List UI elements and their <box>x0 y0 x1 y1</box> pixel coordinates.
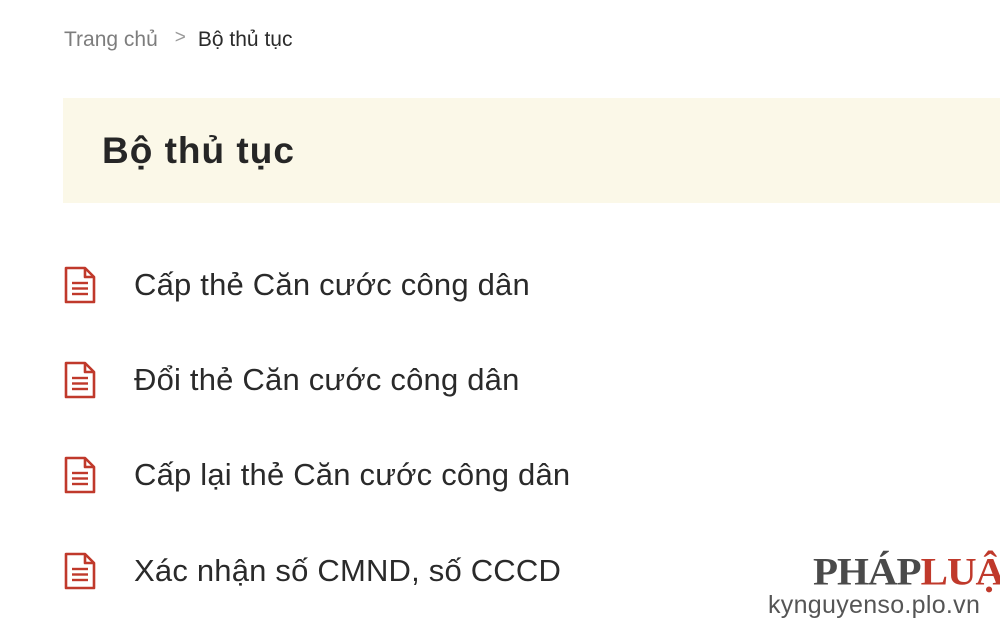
procedure-item[interactable]: Đổi thẻ Căn cước công dân <box>63 361 520 399</box>
page-title: Bộ thủ tục <box>102 130 295 171</box>
document-icon <box>63 266 97 304</box>
logo-part-1: PHÁP <box>813 549 922 593</box>
watermark-site: kynguyenso.plo.vn <box>768 591 981 619</box>
breadcrumb-current: Bộ thủ tục <box>197 28 293 51</box>
procedure-label: Cấp lại thẻ Căn cước công dân <box>134 457 571 492</box>
phapluat-logo: PHÁPLUẬT <box>813 548 1000 594</box>
procedure-item[interactable]: Xác nhận số CMND, số CCCD <box>63 552 561 590</box>
breadcrumb-home-link[interactable]: Trang chủ <box>64 28 158 52</box>
logo-part-2: LUẬT <box>920 549 1000 593</box>
document-icon <box>63 456 97 494</box>
procedure-label: Xác nhận số CMND, số CCCD <box>134 553 562 588</box>
procedure-item[interactable]: Cấp thẻ Căn cước công dân <box>63 266 530 304</box>
title-banner: Bộ thủ tục <box>63 98 1000 203</box>
procedure-label: Đổi thẻ Căn cước công dân <box>134 362 520 397</box>
breadcrumb-separator: > <box>174 27 186 48</box>
document-icon <box>63 552 97 590</box>
document-icon <box>63 361 97 399</box>
breadcrumb: Trang chủ > Bộ thủ tục <box>64 27 293 52</box>
watermark: PHÁPLUẬT kynguyenso.plo.vn <box>768 547 1000 627</box>
procedure-label: Cấp thẻ Căn cước công dân <box>134 267 530 302</box>
procedure-item[interactable]: Cấp lại thẻ Căn cước công dân <box>63 456 570 494</box>
